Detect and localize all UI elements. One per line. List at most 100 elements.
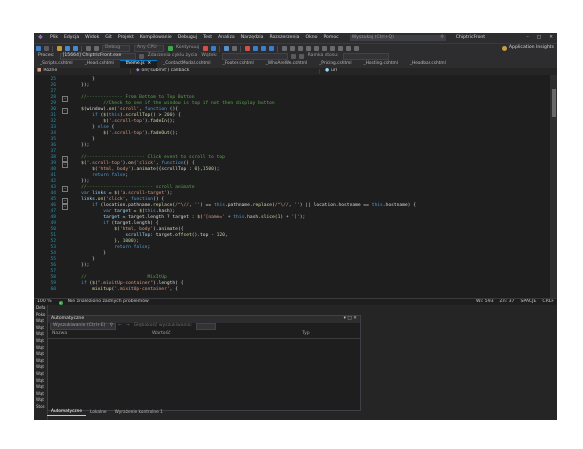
hot-reload-icon[interactable] [223, 46, 229, 51]
symbol-combo[interactable]: ● url [322, 69, 478, 74]
tool-strip-item[interactable]: Wąt [34, 364, 47, 371]
tool-strip-item[interactable]: Wąt [34, 358, 47, 365]
document-tab[interactable]: _Pricing.cshtml [313, 60, 357, 68]
menu-item-0[interactable]: Plik [47, 35, 61, 41]
flag-icon[interactable] [299, 53, 305, 59]
document-tab[interactable]: _Scripts.cshtml [34, 60, 79, 68]
restart-icon[interactable] [210, 46, 216, 51]
column-type[interactable]: Typ [302, 332, 352, 337]
tool-strip-item[interactable]: Wąt [34, 318, 47, 325]
menu-item-5[interactable]: Kompilowanie [137, 35, 175, 41]
scope-combo[interactable]: ■ Różne [34, 69, 131, 74]
tool-strip-item[interactable]: Poko [34, 312, 47, 319]
search-input[interactable]: Wyszukaj (Ctrl+Q) ⚲ [349, 35, 446, 41]
document-tab[interactable]: _Head.cshtml [79, 60, 120, 68]
save-all-icon[interactable] [72, 46, 78, 51]
indent-icon[interactable] [313, 46, 319, 51]
code-editor[interactable]: 25 } 26 }); 27 28− //------------- From Bot… [34, 75, 557, 298]
menu-item-10[interactable]: Rozszerzenia [266, 35, 302, 41]
code-line[interactable]: }); [70, 143, 89, 149]
fold-toggle-icon[interactable]: − [62, 186, 68, 192]
maximize-icon[interactable]: □ [533, 35, 545, 41]
app-insights-button[interactable]: Application Insights [501, 46, 557, 51]
debug-tab[interactable]: Wyrażenie kontrolne 1 [111, 410, 167, 415]
tool-strip-item[interactable]: Wąt [34, 338, 47, 345]
browser-link-icon[interactable] [231, 46, 237, 51]
debug-tab[interactable]: Automatyczne [47, 410, 87, 416]
menu-item-1[interactable]: Edycja [61, 35, 82, 41]
tool-strip-item[interactable]: Stos [34, 404, 47, 411]
save-icon[interactable] [64, 46, 70, 51]
comment-icon[interactable] [297, 46, 303, 51]
continue-button[interactable]: Kontynuuj [174, 46, 201, 51]
close-icon[interactable]: ✕ [545, 35, 557, 41]
format-icon[interactable] [353, 46, 359, 51]
tool-strip-item[interactable]: Wąt [34, 371, 47, 378]
menu-item-7[interactable]: Test [200, 35, 215, 41]
break-all-icon[interactable] [244, 46, 250, 51]
menu-item-4[interactable]: Projekt [115, 35, 137, 41]
tool-strip-item[interactable]: Wąt [34, 384, 47, 391]
step-over-icon[interactable] [260, 46, 266, 51]
platform-combo[interactable]: Any CPU [134, 45, 164, 52]
document-tab[interactable]: _Headbar.cshtml [404, 60, 452, 68]
menu-item-9[interactable]: Narzędzia [238, 35, 267, 41]
outdent-icon[interactable] [321, 46, 327, 51]
configuration-combo[interactable]: Debug [102, 45, 130, 52]
document-tab[interactable]: _Footer.cshtml [217, 60, 260, 68]
breakpoint-icon[interactable] [281, 46, 287, 51]
autos-search-input[interactable]: Wyszukiwanie (Ctrl+E) ⚲ [50, 323, 116, 330]
process-combo[interactable]: [15664] ChiptricFront.exe [59, 52, 136, 60]
undo-icon[interactable] [85, 46, 91, 51]
document-tab[interactable]: _ContactModal.cshtml [157, 60, 217, 68]
menu-item-8[interactable]: Analiza [215, 35, 238, 41]
menu-item-6[interactable]: Debuguj [175, 35, 200, 41]
tool-strip-item[interactable]: Wąt [34, 351, 47, 358]
find-icon[interactable] [329, 46, 335, 51]
replace-icon[interactable] [337, 46, 343, 51]
step-out-icon[interactable] [268, 46, 274, 51]
forward-icon[interactable] [43, 46, 49, 51]
step-into-icon[interactable] [252, 46, 258, 51]
bookmark-icon[interactable] [289, 46, 295, 51]
member-combo[interactable]: ◆ on('submit') callback [133, 69, 320, 74]
search-prev-icon[interactable]: ← [116, 324, 124, 329]
tool-strip-item[interactable]: Wąt [34, 325, 47, 332]
stop-icon[interactable] [202, 46, 208, 51]
menu-item-11[interactable]: Okno [302, 35, 320, 41]
code-line[interactable]: mixitup('.mixitUp-container', { [70, 287, 178, 293]
fold-toggle-icon[interactable]: − [62, 108, 68, 114]
back-icon[interactable] [35, 46, 41, 51]
column-value[interactable]: Wartość [152, 332, 302, 337]
menu-item-2[interactable]: Widok [82, 35, 102, 41]
minimize-icon[interactable]: – [523, 35, 533, 41]
menu-item-3[interactable]: Git [102, 35, 115, 41]
fold-toggle-icon[interactable]: − [62, 204, 68, 210]
redo-icon[interactable] [93, 46, 99, 51]
thread-combo[interactable] [221, 52, 288, 60]
uncomment-icon[interactable] [305, 46, 311, 51]
autos-window-controls[interactable]: ▾ □ ✕ [344, 317, 360, 322]
menu-item-12[interactable]: Pomoc [320, 35, 341, 41]
search-depth-combo[interactable] [196, 323, 217, 330]
close-tab-icon[interactable]: ✕ [147, 62, 151, 67]
tool-strip-item[interactable]: Wąt [34, 345, 47, 352]
navigate-icon[interactable] [345, 46, 351, 51]
stack-frame-combo[interactable] [342, 52, 389, 60]
tool-strip-item[interactable]: Wąt [34, 397, 47, 404]
document-tab[interactable]: _WhoAreWe.cshtml [260, 60, 313, 68]
scrollbar-thumb[interactable] [551, 89, 556, 117]
open-folder-icon[interactable] [56, 46, 62, 51]
code-line[interactable]: }); [70, 263, 89, 269]
tool-strip-item[interactable]: Wąt [34, 378, 47, 385]
document-tab[interactable]: _Hosting.cshtml [358, 60, 404, 68]
editor-scrollbar[interactable] [550, 75, 557, 298]
fold-toggle-icon[interactable]: − [62, 162, 68, 168]
search-next-icon[interactable]: → [124, 324, 132, 329]
filter-icon[interactable] [291, 53, 297, 59]
column-name[interactable]: Nazwa [48, 332, 152, 337]
tool-strip-item[interactable]: Wąt [34, 331, 47, 338]
continue-icon[interactable] [167, 46, 173, 51]
lifecycle-events-button[interactable]: Zdarzenia cyklu życia [146, 53, 200, 59]
code-line[interactable]: }); [70, 83, 89, 89]
